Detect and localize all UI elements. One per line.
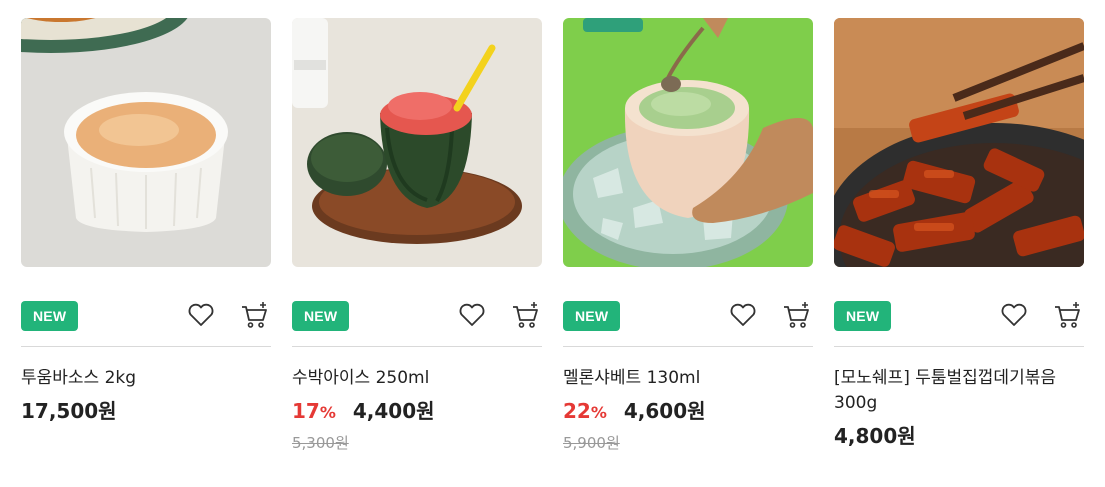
original-price: 5,900원: [563, 434, 620, 452]
product-card[interactable]: NEW [모노쉐프] 두툼벌집껍데기볶음 300g 4,800원: [834, 18, 1084, 451]
product-card[interactable]: NEW 투움바소스 2kg 17,500원: [21, 18, 271, 426]
sale-price: 4,400원: [352, 399, 435, 423]
product-name[interactable]: [모노쉐프] 두툼벌집껍데기볶음 300g: [834, 366, 1084, 416]
discount-rate: 17%: [292, 399, 336, 423]
cart-icon[interactable]: [239, 299, 271, 331]
card-actions: NEW: [292, 267, 542, 347]
discount-rate: 22%: [563, 399, 607, 423]
card-actions: NEW: [834, 267, 1084, 347]
product-image-sauce[interactable]: [21, 18, 271, 267]
product-name[interactable]: 투움바소스 2kg: [21, 366, 271, 391]
price-row: 4,800원: [834, 421, 1084, 451]
price-row: 17% 4,400원: [292, 396, 542, 428]
heart-icon[interactable]: [185, 299, 217, 331]
product-name[interactable]: 멜론샤베트 130ml: [563, 366, 813, 391]
new-badge: NEW: [834, 301, 892, 331]
price-row: 22% 4,600원: [563, 396, 813, 428]
product-image-watermelon-ice[interactable]: [292, 18, 542, 267]
sale-price: 4,600원: [623, 399, 706, 423]
product-image-melon-sherbet[interactable]: [563, 18, 813, 267]
product-name[interactable]: 수박아이스 250ml: [292, 366, 542, 391]
product-grid: NEW 투움바소스 2kg 17,500원 NEW 수박아이스 250ml 17…: [0, 0, 1105, 487]
cart-icon[interactable]: [1052, 299, 1084, 331]
new-badge: NEW: [292, 301, 350, 331]
product-card[interactable]: NEW 수박아이스 250ml 17% 4,400원 5,300원: [292, 18, 542, 453]
card-actions: NEW: [21, 267, 271, 347]
product-image-pork-skin[interactable]: [834, 18, 1084, 267]
price-row: 17,500원: [21, 396, 271, 426]
cart-icon[interactable]: [510, 299, 542, 331]
new-badge: NEW: [563, 301, 621, 331]
sale-price: 4,800원: [834, 424, 916, 448]
cart-icon[interactable]: [781, 299, 813, 331]
original-price: 5,300원: [292, 434, 349, 452]
heart-icon[interactable]: [727, 299, 759, 331]
card-actions: NEW: [563, 267, 813, 347]
product-card[interactable]: NEW 멜론샤베트 130ml 22% 4,600원 5,900원: [563, 18, 813, 453]
heart-icon[interactable]: [456, 299, 488, 331]
heart-icon[interactable]: [998, 299, 1030, 331]
new-badge: NEW: [21, 301, 79, 331]
sale-price: 17,500원: [21, 399, 117, 423]
